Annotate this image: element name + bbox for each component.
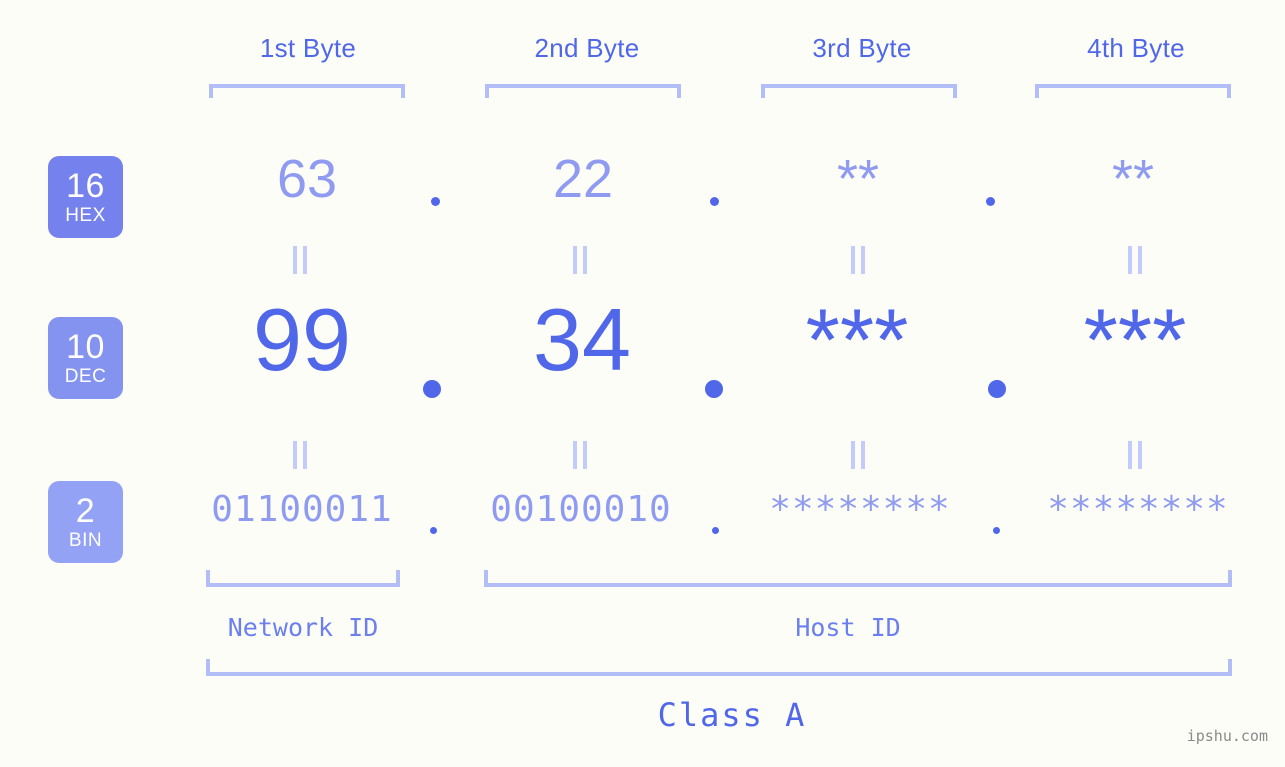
bin-dot-2 bbox=[712, 527, 719, 534]
byte-header-2: 2nd Byte bbox=[534, 33, 640, 63]
dec-byte-2: 34 bbox=[533, 290, 631, 389]
hex-byte-4: ** bbox=[1111, 149, 1155, 209]
hex-byte-2: 22 bbox=[552, 149, 614, 209]
bin-byte-4: ******** bbox=[1047, 489, 1229, 530]
equals-mark-col4-upper bbox=[1128, 246, 1142, 274]
equals-mark-col1-lower bbox=[293, 441, 307, 469]
dec-byte-4: *** bbox=[1083, 290, 1187, 389]
dec-dot-1 bbox=[423, 380, 441, 398]
equals-mark-col3-lower bbox=[851, 441, 865, 469]
byte-bracket-3 bbox=[761, 84, 957, 98]
byte-bracket-4 bbox=[1035, 84, 1231, 98]
dec-dot-2 bbox=[705, 380, 723, 398]
base-badge-bin-wrap: 2 BIN bbox=[48, 481, 123, 563]
byte-header-1: 1st Byte bbox=[259, 33, 357, 63]
byte-header-3: 3rd Byte bbox=[812, 33, 912, 63]
hex-dot-3 bbox=[986, 197, 995, 206]
hex-dot-2 bbox=[710, 197, 719, 206]
base-badge-dec-label: DEC bbox=[64, 366, 107, 387]
byte-bracket-2 bbox=[485, 84, 681, 98]
dec-dot-3 bbox=[988, 380, 1006, 398]
bin-byte-3: ******** bbox=[769, 489, 951, 530]
hex-byte-1: 63 bbox=[276, 149, 338, 209]
site-watermark: ipshu.com bbox=[1186, 727, 1268, 745]
ip-breakdown-diagram: 1st Byte 2nd Byte 3rd Byte 4th Byte 16 H… bbox=[0, 0, 1285, 767]
host-id-label: Host ID bbox=[795, 613, 901, 642]
bin-dot-3 bbox=[993, 527, 1000, 534]
base-badge-dec-number: 10 bbox=[66, 328, 105, 366]
dec-byte-1: 99 bbox=[253, 290, 351, 389]
byte-bracket-1 bbox=[209, 84, 405, 98]
bin-byte-1: 01100011 bbox=[211, 489, 393, 530]
class-bracket bbox=[206, 659, 1232, 676]
base-badge-hex-number: 16 bbox=[66, 167, 105, 205]
equals-mark-col2-upper bbox=[573, 246, 587, 274]
base-badge-hex: 16 HEX bbox=[48, 156, 123, 238]
network-id-bracket bbox=[206, 570, 400, 587]
equals-mark-col2-lower bbox=[573, 441, 587, 469]
bin-dot-1 bbox=[430, 527, 437, 534]
base-badge-bin-label: BIN bbox=[68, 530, 103, 551]
byte-header-4: 4th Byte bbox=[1087, 33, 1185, 63]
class-label: Class A bbox=[657, 696, 807, 734]
base-badge-hex-label: HEX bbox=[65, 205, 106, 226]
equals-mark-col3-upper bbox=[851, 246, 865, 274]
base-badge-dec: 10 DEC bbox=[48, 317, 123, 399]
hex-dot-1 bbox=[431, 197, 440, 206]
host-id-bracket bbox=[484, 570, 1232, 587]
bin-byte-2: 00100010 bbox=[490, 489, 672, 530]
equals-mark-col4-lower bbox=[1128, 441, 1142, 469]
hex-byte-3: ** bbox=[836, 149, 880, 209]
equals-mark-col1-upper bbox=[293, 246, 307, 274]
dec-byte-3: *** bbox=[805, 290, 909, 389]
base-badge-bin-number: 2 bbox=[75, 492, 96, 530]
network-id-label: Network ID bbox=[227, 613, 379, 642]
